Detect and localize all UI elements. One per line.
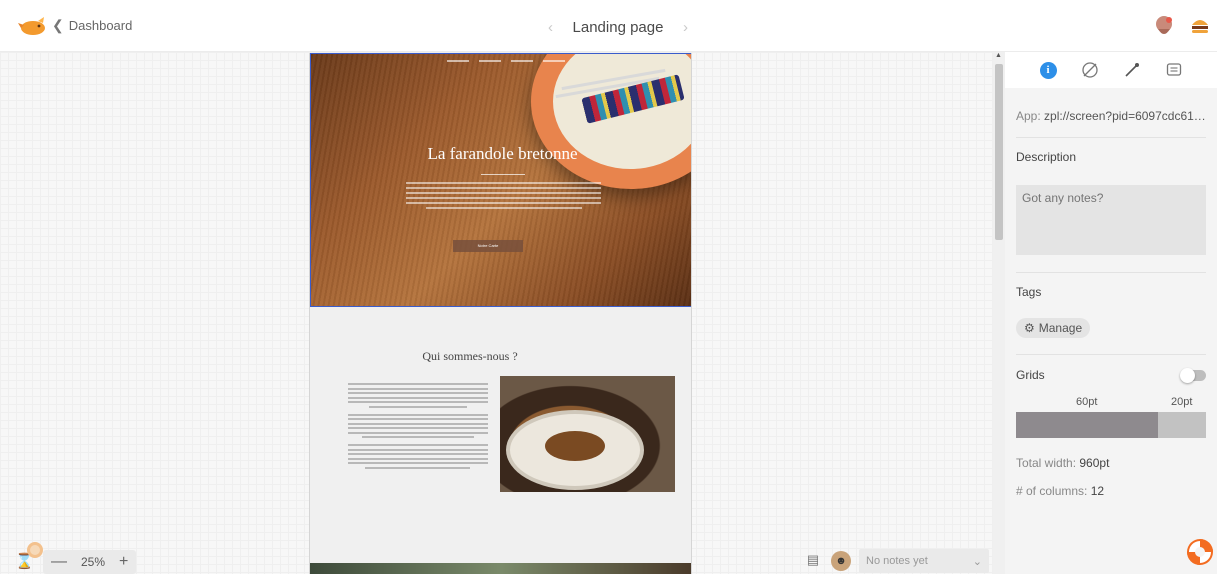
total-width-label: Total width:	[1016, 456, 1077, 470]
hero-nav-link	[511, 60, 533, 62]
notification-dot	[27, 542, 43, 558]
hero-image: La farandole bretonne Notre Carte	[310, 53, 691, 307]
gear-icon: ⚙	[1024, 321, 1035, 335]
emoji-filter-icon[interactable]: ☻	[831, 551, 851, 571]
zoom-out-button[interactable]: —	[51, 553, 67, 571]
zoom-controls: ⌛ — 25% +	[15, 542, 137, 574]
comment-icon	[1166, 63, 1182, 76]
scroll-up-arrow[interactable]: ▲	[995, 52, 1002, 59]
column-count: # of columns: 12	[1016, 484, 1104, 498]
description-notes-input[interactable]	[1016, 185, 1206, 255]
artboard-landing-page[interactable]: La farandole bretonne Notre Carte Qui so…	[309, 53, 692, 574]
hero-divider	[481, 174, 525, 175]
description-label: Description	[1016, 150, 1077, 164]
previous-screen-arrow[interactable]: ‹	[548, 19, 553, 36]
app-link[interactable]: App: zpl://screen?pid=6097cdc61…	[1016, 109, 1211, 123]
photo-pancakes	[545, 431, 605, 461]
scrollbar-thumb[interactable]	[995, 64, 1003, 240]
hero-paragraph	[406, 182, 601, 212]
next-screen-arrow[interactable]: ›	[683, 19, 688, 36]
manage-label: Manage	[1038, 321, 1083, 335]
pancake-photo	[500, 376, 675, 492]
hero-title: La farandole bretonne	[427, 144, 578, 163]
tab-notes[interactable]	[1163, 59, 1185, 81]
tab-colors[interactable]	[1121, 59, 1143, 81]
grid-preview	[1016, 412, 1206, 438]
panel-tabs: i	[1005, 52, 1217, 88]
hero-nav-link	[479, 60, 501, 62]
hero-nav-link	[447, 60, 469, 62]
properties-panel: i App: zpl://screen?pid=6097cdc61… Descr…	[1005, 52, 1217, 574]
tags-label: Tags	[1016, 285, 1042, 299]
toggle-knob	[1180, 368, 1195, 383]
columns-label: # of columns:	[1016, 484, 1088, 498]
screen-navigator: ‹ Landing page ›	[548, 14, 688, 40]
grid-column-width: 60pt	[1076, 396, 1098, 408]
top-bar: ❮ Dashboard ‹ Landing page ›	[0, 0, 1217, 52]
divider	[1016, 354, 1206, 355]
chevron-left-icon: ❮	[52, 17, 64, 33]
chevron-down-icon: ⌄	[972, 555, 982, 568]
hero-menu-button: Notre Carte	[453, 240, 523, 252]
info-icon: i	[1039, 61, 1057, 79]
grids-label: Grids	[1016, 368, 1045, 382]
total-width: Total width: 960pt	[1016, 456, 1109, 470]
styleguide-icon	[1082, 62, 1098, 78]
hero-nav-links	[421, 60, 591, 66]
tab-info[interactable]: i	[1037, 59, 1059, 81]
screen-title: Landing page	[572, 18, 664, 36]
app-label: App:	[1016, 109, 1041, 123]
about-paragraphs	[348, 383, 488, 475]
hero-nav-link	[543, 60, 565, 62]
grid-gutter-width: 20pt	[1171, 396, 1193, 408]
divider	[1016, 272, 1206, 273]
vertical-scrollbar[interactable]: ▲	[993, 52, 1005, 574]
add-note-icon[interactable]: ▤	[803, 552, 823, 570]
eyedropper-icon	[1125, 63, 1139, 77]
zoom-box: — 25% +	[43, 550, 137, 574]
next-section-image	[310, 563, 691, 574]
total-width-value: 960pt	[1079, 456, 1110, 470]
zoom-level: 25%	[81, 555, 106, 569]
lifebuoy-icon[interactable]	[1187, 539, 1213, 565]
app-url: zpl://screen?pid=6097cdc61…	[1044, 109, 1206, 123]
zoom-in-button[interactable]: +	[119, 553, 128, 571]
notes-select[interactable]: No notes yet ⌄	[859, 549, 989, 573]
back-label: Dashboard	[68, 18, 133, 33]
about-title: Qui sommes-nous ?	[422, 349, 518, 363]
grid-column-swatch	[1016, 412, 1158, 438]
tab-styleguide[interactable]	[1079, 59, 1101, 81]
divider	[1016, 137, 1206, 138]
user-avatar-icon[interactable]	[1153, 15, 1175, 37]
notes-select-value: No notes yet	[866, 555, 928, 567]
zeplin-logo-icon[interactable]	[18, 15, 48, 37]
notes-bar: ▤ ☻ No notes yet ⌄	[803, 549, 989, 573]
grids-toggle[interactable]	[1180, 368, 1206, 383]
design-canvas[interactable]: La farandole bretonne Notre Carte Qui so…	[0, 52, 993, 574]
hourglass-icon[interactable]: ⌛	[15, 542, 43, 572]
back-to-dashboard-link[interactable]: ❮ Dashboard	[52, 17, 132, 34]
columns-value: 12	[1090, 484, 1105, 498]
burger-avatar-icon[interactable]	[1190, 15, 1210, 37]
manage-tags-button[interactable]: ⚙ Manage	[1016, 318, 1091, 338]
